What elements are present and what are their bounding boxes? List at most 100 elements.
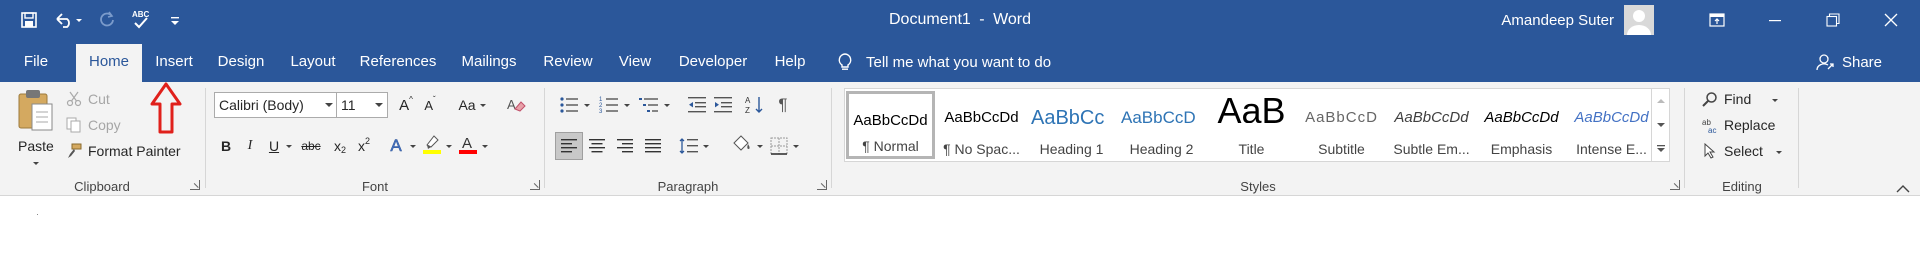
tab-layout[interactable]: Layout xyxy=(282,44,344,82)
cut-label[interactable]: Cut xyxy=(88,91,110,107)
tab-help[interactable]: Help xyxy=(764,44,816,82)
show-formatting-marks-button[interactable]: ¶ xyxy=(771,93,795,117)
style-emphasis[interactable]: AaBbCcDd Emphasis xyxy=(1477,91,1566,159)
numbering-dropdown-icon[interactable] xyxy=(624,104,630,107)
tab-file[interactable]: File xyxy=(0,44,72,82)
align-center-button[interactable] xyxy=(585,134,609,158)
paragraph-dialog-launcher[interactable] xyxy=(817,180,827,190)
ribbon-display-options-button[interactable] xyxy=(1688,0,1746,40)
styles-scroll-up-button[interactable] xyxy=(1651,89,1669,113)
grow-font-button[interactable]: A ^ xyxy=(394,93,418,117)
select-label[interactable]: Select xyxy=(1724,143,1763,159)
tab-mailings[interactable]: Mailings xyxy=(452,44,526,82)
text-effects-dropdown-icon[interactable] xyxy=(410,145,416,148)
borders-button[interactable] xyxy=(767,134,791,158)
multilevel-list-dropdown-icon[interactable] xyxy=(664,104,670,107)
tab-design[interactable]: Design xyxy=(210,44,272,82)
change-case-button[interactable]: Aa xyxy=(450,93,486,117)
copy-button[interactable]: Copy xyxy=(66,114,146,136)
clear-formatting-button[interactable]: A xyxy=(504,93,528,117)
underline-dropdown-icon[interactable] xyxy=(286,145,292,148)
line-spacing-button[interactable] xyxy=(677,134,701,158)
select-button[interactable]: Select xyxy=(1702,140,1792,162)
find-button[interactable]: Find xyxy=(1702,88,1792,110)
restore-button[interactable] xyxy=(1804,0,1862,40)
style-subtitle[interactable]: AaBbCcD Subtitle xyxy=(1297,91,1386,159)
increase-indent-button[interactable] xyxy=(711,93,735,117)
select-dropdown-icon[interactable] xyxy=(1776,151,1782,154)
styles-more-button[interactable] xyxy=(1651,137,1669,161)
styles-scroll-down-button[interactable] xyxy=(1651,113,1669,137)
copy-label[interactable]: Copy xyxy=(88,117,121,133)
font-name-value[interactable]: Calibri (Body) xyxy=(219,97,304,113)
highlight-color-button[interactable] xyxy=(420,132,444,156)
shading-dropdown-icon[interactable] xyxy=(757,145,763,148)
align-left-button[interactable] xyxy=(555,132,583,160)
bullets-dropdown-icon[interactable] xyxy=(584,104,590,107)
shading-button[interactable] xyxy=(729,132,753,156)
styles-dialog-launcher[interactable] xyxy=(1670,180,1680,190)
style-heading-2[interactable]: AaBbCcD Heading 2 xyxy=(1117,91,1206,159)
bullets-button[interactable] xyxy=(557,93,581,117)
italic-button[interactable]: I xyxy=(238,134,262,158)
line-spacing-dropdown-icon[interactable] xyxy=(703,145,709,148)
close-button[interactable] xyxy=(1862,0,1920,40)
tab-references[interactable]: References xyxy=(352,44,444,82)
shrink-font-button[interactable]: Aˇ xyxy=(418,93,442,117)
style-normal[interactable]: AaBbCcDd ¶ Normal xyxy=(846,91,935,159)
paste-dropdown-arrow[interactable] xyxy=(33,162,39,165)
sort-button[interactable]: A Z xyxy=(743,93,767,117)
borders-dropdown-icon[interactable] xyxy=(793,145,799,148)
paste-label[interactable]: Paste xyxy=(18,138,54,154)
justify-button[interactable] xyxy=(641,134,665,158)
tab-view[interactable]: View xyxy=(610,44,660,82)
style-title[interactable]: AaB Title xyxy=(1207,91,1296,159)
document-canvas[interactable] xyxy=(0,196,1920,260)
underline-button[interactable]: U xyxy=(262,134,286,158)
font-name-combo[interactable]: Calibri (Body) xyxy=(214,92,338,118)
share-label[interactable]: Share xyxy=(1842,54,1882,71)
minimize-button[interactable] xyxy=(1746,0,1804,40)
highlight-color-dropdown-icon[interactable] xyxy=(446,145,452,148)
strikethrough-button[interactable]: abc xyxy=(296,134,326,158)
share-button[interactable]: Share xyxy=(1816,44,1882,80)
font-size-value[interactable]: 11 xyxy=(341,97,356,113)
align-right-button[interactable] xyxy=(613,134,637,158)
replace-button[interactable]: ab ac Replace xyxy=(1702,114,1792,136)
superscript-button[interactable]: x2 xyxy=(352,134,376,158)
find-dropdown-icon[interactable] xyxy=(1772,99,1778,102)
font-color-dropdown-icon[interactable] xyxy=(482,145,488,148)
font-size-combo[interactable]: 11 xyxy=(336,92,388,118)
avatar[interactable] xyxy=(1624,5,1654,35)
tab-review[interactable]: Review xyxy=(534,44,602,82)
font-dialog-launcher[interactable] xyxy=(530,180,540,190)
tell-me-search[interactable]: Tell me what you want to do xyxy=(836,44,1051,80)
tab-home[interactable]: Home xyxy=(76,44,142,82)
tab-insert[interactable]: Insert xyxy=(146,44,202,82)
replace-label[interactable]: Replace xyxy=(1724,117,1775,133)
account-area[interactable]: Amandeep Suter xyxy=(1501,0,1654,40)
tab-developer[interactable]: Developer xyxy=(668,44,758,82)
user-name[interactable]: Amandeep Suter xyxy=(1501,12,1614,29)
collapse-ribbon-button[interactable] xyxy=(1896,181,1910,193)
decrease-indent-button[interactable] xyxy=(685,93,709,117)
style-subtle-emphasis[interactable]: AaBbCcDd Subtle Em... xyxy=(1387,91,1476,159)
format-painter-button[interactable]: Format Painter xyxy=(66,140,196,162)
font-color-button[interactable]: A xyxy=(456,132,480,156)
subscript-button[interactable]: x2 xyxy=(328,134,352,158)
font-size-dropdown-icon[interactable] xyxy=(375,103,383,107)
tell-me-text[interactable]: Tell me what you want to do xyxy=(866,54,1051,71)
style-no-spacing[interactable]: AaBbCcDd ¶ No Spac... xyxy=(937,91,1026,159)
find-label[interactable]: Find xyxy=(1724,91,1751,107)
format-painter-label[interactable]: Format Painter xyxy=(88,143,181,159)
numbering-button[interactable]: 1 2 3 xyxy=(597,93,621,117)
bold-button[interactable]: B xyxy=(214,134,238,158)
multilevel-list-button[interactable] xyxy=(637,93,661,117)
style-heading-1[interactable]: AaBbCc Heading 1 xyxy=(1027,91,1116,159)
clipboard-dialog-launcher[interactable] xyxy=(190,180,200,190)
text-effects-button[interactable]: A xyxy=(384,134,408,158)
font-name-dropdown-icon[interactable] xyxy=(325,103,333,107)
paste-button[interactable]: Paste xyxy=(10,88,62,170)
cut-button[interactable]: Cut xyxy=(66,88,136,110)
style-intense-emphasis[interactable]: AaBbCcDd Intense E... xyxy=(1567,91,1656,159)
